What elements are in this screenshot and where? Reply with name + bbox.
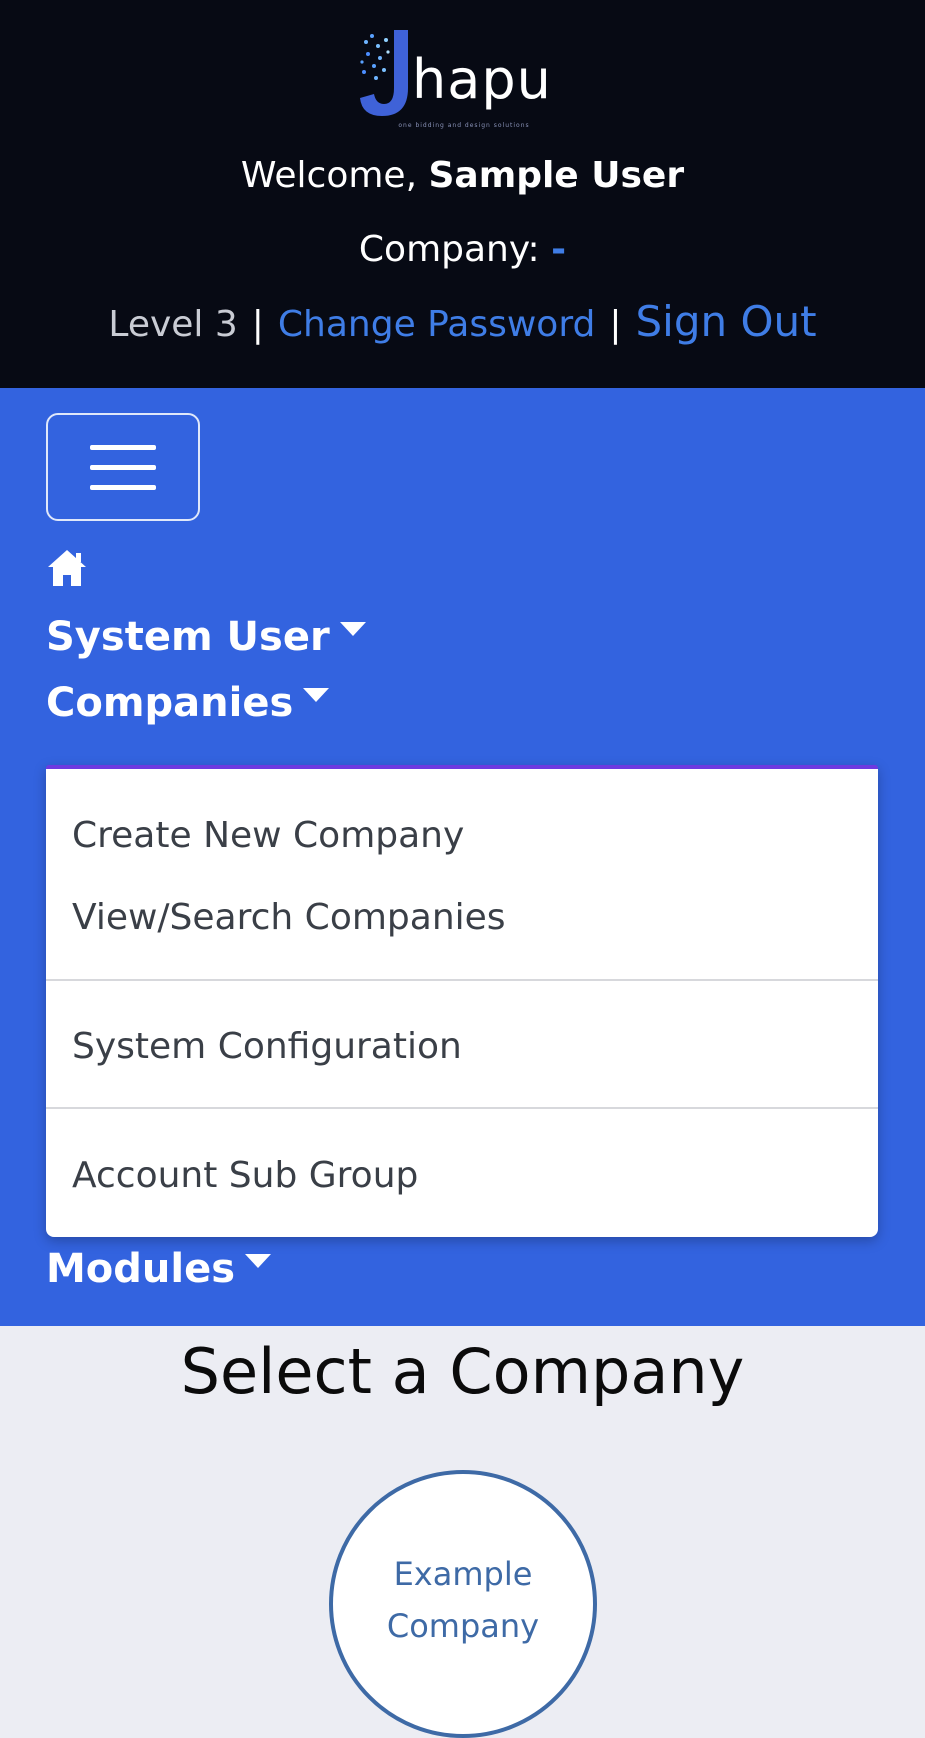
- caret-down-icon: [303, 688, 330, 702]
- nav-system-user[interactable]: System User: [46, 612, 366, 662]
- nav-system-user-label: System User: [46, 614, 330, 660]
- user-level: Level 3: [108, 304, 238, 345]
- logo: hapu one bidding and design solutions: [354, 22, 574, 134]
- page-title: Select a Company: [180, 1335, 745, 1408]
- welcome-message: Welcome, Sample User: [0, 150, 925, 202]
- logo-text: hapu: [412, 48, 552, 111]
- logo-tagline: one bidding and design solutions: [398, 122, 530, 129]
- company-card-button[interactable]: Example Company: [329, 1470, 597, 1738]
- current-company: Company: -: [0, 224, 925, 276]
- nav-companies-label: Companies: [46, 680, 294, 726]
- caret-down-icon: [339, 622, 366, 636]
- menu-divider: [46, 1107, 878, 1109]
- menu-item-system-configuration[interactable]: System Configuration: [72, 1024, 462, 1070]
- welcome-prefix: Welcome,: [240, 155, 418, 196]
- companies-dropdown-menu: Create New Company View/Search Companies…: [46, 765, 878, 1237]
- nav-modules-label: Modules: [46, 1246, 236, 1292]
- hamburger-icon: [90, 445, 156, 450]
- menu-item-account-sub-group[interactable]: Account Sub Group: [72, 1153, 418, 1199]
- menu-item-view-search-companies[interactable]: View/Search Companies: [72, 895, 506, 941]
- menu-divider: [46, 979, 878, 981]
- user-name: Sample User: [428, 155, 685, 196]
- menu-item-create-company[interactable]: Create New Company: [72, 813, 464, 859]
- nav-modules[interactable]: Modules: [46, 1244, 272, 1294]
- caret-down-icon: [245, 1254, 272, 1268]
- menu-toggle-button[interactable]: [46, 413, 200, 521]
- change-password-link[interactable]: Change Password: [278, 304, 595, 345]
- account-links: Level 3 | Change Password | Sign Out: [0, 296, 925, 351]
- logo-mark-icon: [360, 30, 408, 116]
- sign-out-link[interactable]: Sign Out: [635, 297, 816, 346]
- home-icon[interactable]: [46, 548, 88, 588]
- top-header: hapu one bidding and design solutions We…: [0, 0, 925, 388]
- company-value: -: [551, 229, 567, 270]
- separator: |: [251, 304, 264, 345]
- hamburger-icon: [90, 485, 156, 490]
- company-label: Company:: [358, 229, 540, 270]
- nav-companies[interactable]: Companies: [46, 678, 330, 728]
- company-card-label: Example Company: [386, 1555, 540, 1645]
- hamburger-icon: [90, 465, 156, 470]
- separator: |: [609, 304, 622, 345]
